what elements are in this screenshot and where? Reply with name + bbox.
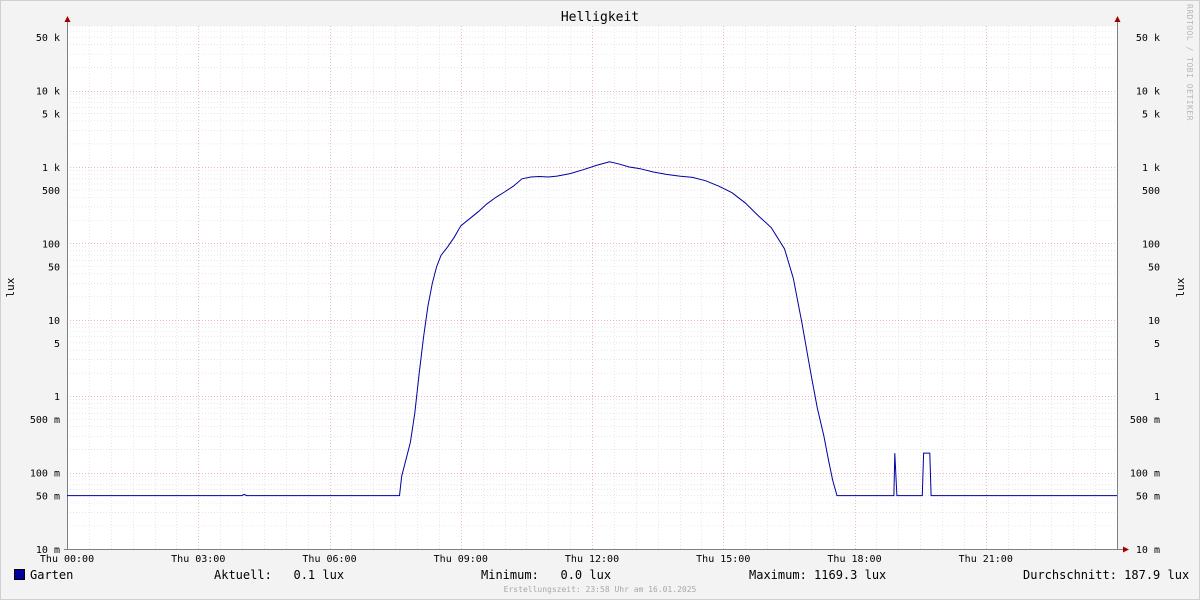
y-tick-label-right: 500 m	[1130, 415, 1160, 426]
y-tick-label-left: 500 m	[30, 415, 60, 426]
y-tick-label-right: 5	[1154, 339, 1160, 350]
x-tick-label: Thu 15:00	[696, 554, 750, 565]
y-tick-label-right: 100	[1142, 239, 1160, 250]
y-tick-label-right: 500	[1142, 186, 1160, 197]
y-tick-label-right: 1	[1154, 392, 1160, 403]
x-tick-label: Thu 12:00	[565, 554, 619, 565]
y-tick-label-left: 10	[48, 316, 60, 327]
y-axis-arrow-left	[64, 16, 71, 22]
y-tick-label-left: 100 m	[30, 469, 60, 480]
y-axis-label-left: lux	[4, 277, 17, 297]
y-axis-arrow-right	[1114, 16, 1121, 22]
x-axis-arrow	[1123, 546, 1129, 553]
y-tick-label-right: 50 k	[1136, 33, 1160, 44]
x-tick-label: Thu 03:00	[171, 554, 225, 565]
y-tick-label-right: 10 m	[1136, 545, 1160, 556]
y-tick-label-right: 1 k	[1142, 163, 1160, 174]
y-tick-label-left: 50	[48, 262, 60, 273]
x-tick-label: Thu 00:00	[40, 554, 94, 565]
y-tick-label-left: 1	[54, 392, 60, 403]
y-tick-label-right: 10	[1148, 316, 1160, 327]
legend-maximum: Maximum: 1169.3 lux	[749, 568, 887, 582]
x-tick-label: Thu 18:00	[827, 554, 881, 565]
y-tick-label-right: 100 m	[1130, 469, 1160, 480]
y-tick-label-left: 50 m	[36, 492, 60, 503]
y-tick-label-left: 1 k	[42, 163, 60, 174]
chart-plot: 50 k 50 k 10 k 10 k 5 k 5 k 1 k 1 k 500 500 100 100…	[4, 16, 1187, 565]
x-tick-label: Thu 21:00	[959, 554, 1013, 565]
x-tick-label: Thu 09:00	[434, 554, 488, 565]
y-tick-label-left: 10 k	[36, 87, 60, 98]
y-tick-label-left: 50 k	[36, 33, 60, 44]
y-tick-label-left: 5 k	[42, 110, 60, 121]
y-tick-label-right: 5 k	[1142, 110, 1160, 121]
y-tick-label-left: 5	[54, 339, 60, 350]
legend-swatch	[14, 569, 25, 580]
legend-minimum: Minimum: 0.0 lux	[481, 568, 612, 582]
plot-area	[67, 26, 1117, 549]
legend-series-name: Garten	[30, 568, 74, 582]
footer-timestamp: Erstellungszeit: 23:58 Uhr am 16.01.2025	[503, 585, 697, 594]
legend-current: Aktuell: 0.1 lux	[214, 568, 345, 582]
y-axis-label-right: lux	[1174, 277, 1187, 297]
x-tick-label: Thu 06:00	[302, 554, 356, 565]
y-tick-label-left: 500	[42, 186, 60, 197]
legend-average: Durchschnitt: 187.9 lux	[1023, 568, 1190, 582]
y-tick-label-right: 50	[1148, 262, 1160, 273]
y-tick-label-right: 10 k	[1136, 87, 1160, 98]
y-tick-label-right: 50 m	[1136, 492, 1160, 503]
y-tick-label-left: 100	[42, 239, 60, 250]
